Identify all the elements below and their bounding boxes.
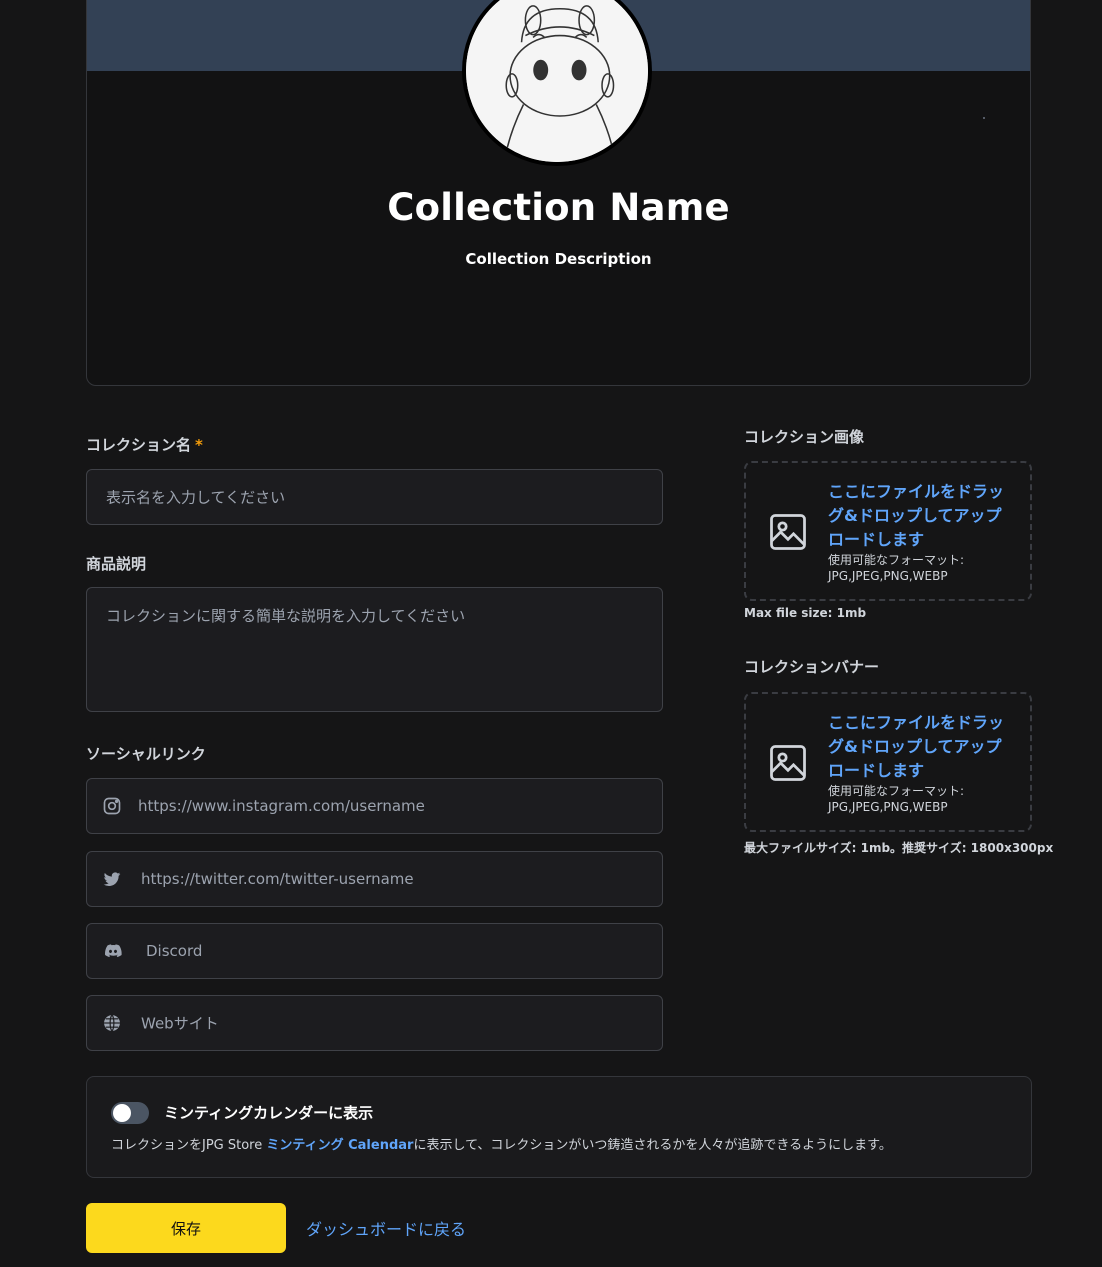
collection-name-label: コレクション名 * <box>86 434 203 455</box>
required-marker: * <box>195 436 203 454</box>
calendar-desc-prefix: コレクションをJPG Store <box>111 1138 267 1153</box>
minting-calendar-toggle[interactable] <box>111 1102 149 1124</box>
discord-icon <box>101 941 125 961</box>
collection-banner-dropzone[interactable]: ここにファイルをドラッグ&ドロップしてアップロードします 使用可能なフォーマット… <box>744 692 1032 832</box>
website-placeholder: Webサイト <box>141 1014 219 1033</box>
collection-name-label-text: コレクション名 <box>86 436 192 454</box>
twitter-icon <box>102 869 122 889</box>
collection-image-formats: 使用可能なフォーマット: JPG,JPEG,PNG,WEBP <box>828 552 1018 584</box>
collection-image-dropzone[interactable]: ここにファイルをドラッグ&ドロップしてアップロードします 使用可能なフォーマット… <box>744 461 1032 601</box>
globe-icon <box>102 1013 122 1033</box>
collection-preview-card: Collection Name Collection Description <box>86 0 1031 386</box>
description-textarea[interactable]: コレクションに関する簡単な説明を入力してください <box>86 587 663 712</box>
collection-banner-note: 最大ファイルサイズ: 1mb。推奨サイズ: 1800x300px <box>744 841 1054 855</box>
minting-calendar-title: ミンティングカレンダーに表示 <box>164 1104 374 1122</box>
minting-calendar-description: コレクションをJPG Store ミンティング Calendarに表示して、コレ… <box>111 1134 892 1153</box>
collection-banner-label: コレクションバナー <box>744 658 880 676</box>
discord-input[interactable]: Discord <box>86 923 663 979</box>
collection-image-label: コレクション画像 <box>744 428 865 446</box>
image-icon <box>766 510 810 554</box>
social-links-label: ソーシャルリンク <box>86 745 206 763</box>
website-input[interactable]: Webサイト <box>86 995 663 1051</box>
collection-image-cta[interactable]: ここにファイルをドラッグ&ドロップしてアップロードします <box>828 480 1013 552</box>
minting-calendar-link[interactable]: ミンティング Calendar <box>266 1138 413 1153</box>
minting-calendar-panel: ミンティングカレンダーに表示 コレクションをJPG Store ミンティング C… <box>86 1076 1032 1178</box>
save-button[interactable]: 保存 <box>86 1203 286 1253</box>
toggle-knob <box>113 1104 131 1122</box>
collection-image-note: Max file size: 1mb <box>744 606 867 620</box>
collection-name-input[interactable]: 表示名を入力してください <box>86 469 663 525</box>
back-to-dashboard-link[interactable]: ダッシュボードに戻る <box>306 1216 466 1240</box>
formats-list: JPG,JPEG,PNG,WEBP <box>828 800 948 814</box>
preview-collection-name: Collection Name <box>387 186 730 229</box>
image-icon <box>766 741 810 785</box>
preview-dot <box>983 117 985 119</box>
formats-label: 使用可能なフォーマット: <box>828 553 965 567</box>
twitter-placeholder: https://twitter.com/twitter-username <box>141 870 414 888</box>
description-placeholder: コレクションに関する簡単な説明を入力してください <box>106 607 466 625</box>
formats-label: 使用可能なフォーマット: <box>828 784 965 798</box>
preview-avatar <box>462 0 652 166</box>
twitter-input[interactable]: https://twitter.com/twitter-username <box>86 851 663 907</box>
calendar-desc-suffix: に表示して、コレクションがいつ鋳造されるかを人々が追跡できるようにします。 <box>413 1138 892 1153</box>
instagram-placeholder: https://www.instagram.com/username <box>138 797 425 815</box>
collection-banner-cta[interactable]: ここにファイルをドラッグ&ドロップしてアップロードします <box>828 711 1013 783</box>
collection-name-placeholder: 表示名を入力してください <box>106 488 286 507</box>
instagram-input[interactable]: https://www.instagram.com/username <box>86 778 663 834</box>
collection-banner-formats: 使用可能なフォーマット: JPG,JPEG,PNG,WEBP <box>828 783 1018 815</box>
preview-collection-description: Collection Description <box>465 250 652 268</box>
hippo-avatar-illustration <box>466 0 648 162</box>
discord-placeholder: Discord <box>146 942 203 960</box>
instagram-icon <box>102 796 122 816</box>
formats-list: JPG,JPEG,PNG,WEBP <box>828 569 948 583</box>
description-label: 商品説明 <box>86 555 147 573</box>
